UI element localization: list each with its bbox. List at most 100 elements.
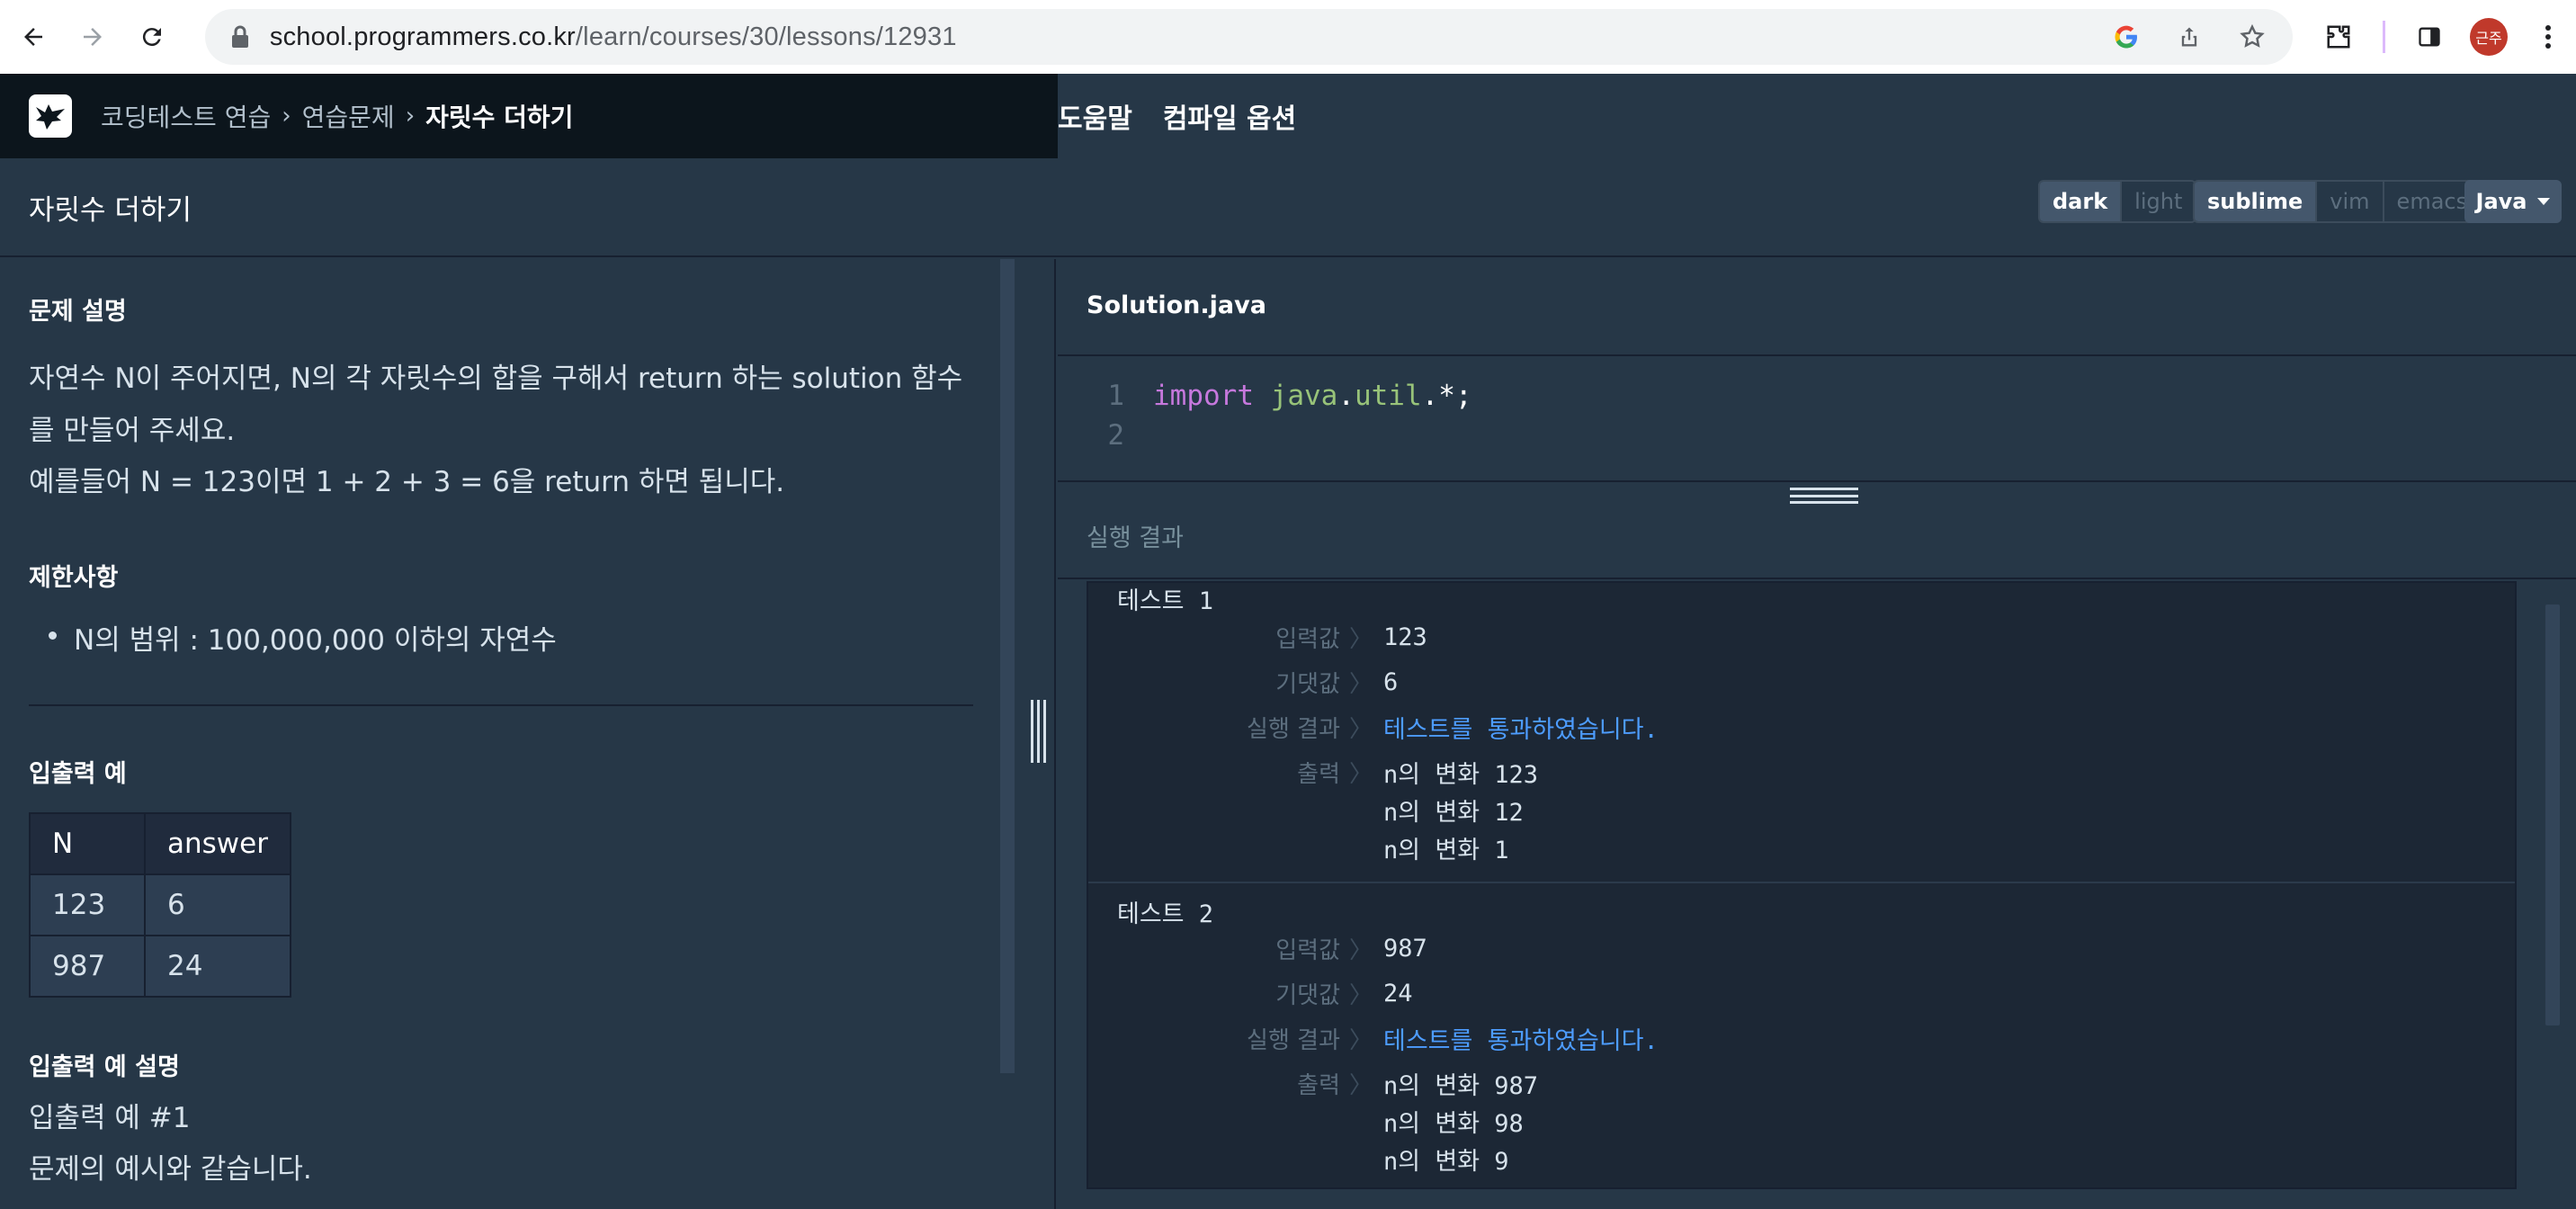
test-output-row: 출력 〉 n의 변화 987: [1088, 1065, 2515, 1101]
breadcrumb-current: 자릿수 더하기: [425, 103, 574, 132]
test-output-row: n의 변화 9: [1088, 1141, 2515, 1177]
test-output-row: n의 변화 98: [1088, 1103, 2515, 1139]
output-line: n의 변화 12: [1383, 798, 1524, 827]
test-case-1: 테스트 1 입력값 〉 123 기댓값 〉 6 실행 결과 〉 테스트를 통과하였습니다. …: [1088, 583, 2515, 882]
test-output-row: n의 변화 12: [1088, 792, 2515, 828]
bookmark-star-icon[interactable]: [2224, 9, 2280, 65]
language-label: Java: [2475, 189, 2527, 214]
constraint-item: N의 범위 : 100,000,000 이하의 자연수: [49, 617, 557, 658]
table-row: 123 6: [29, 873, 291, 936]
code-editor[interactable]: 1 import java.util.*; 2: [1058, 354, 2576, 480]
back-button[interactable]: [4, 0, 63, 74]
io-example-table: N answer 123 6 987 24: [29, 812, 291, 998]
page-title: 자릿수 더하기: [29, 193, 192, 227]
expected-value: 6: [1383, 667, 1399, 696]
chevron-right-icon: 〉: [1349, 715, 1373, 743]
test-case-2: 테스트 2 입력값 〉 987 기댓값 〉 24 실행 결과 〉 테스트를 통과하였습니다.…: [1088, 882, 2515, 1187]
code-text[interactable]: import java.util.*;: [1153, 380, 1472, 412]
output-line: n의 변화 9: [1383, 1147, 1509, 1176]
help-link[interactable]: 도움말: [1058, 96, 1132, 136]
table-header-n: N: [29, 812, 146, 875]
reload-icon: [142, 28, 161, 47]
description-heading: 문제 설명: [29, 298, 127, 326]
compile-options-link[interactable]: 컴파일 옵션: [1163, 96, 1296, 136]
table-cell: 24: [144, 935, 291, 998]
keymap-toggle: sublime vim emacs: [2193, 180, 2482, 223]
test-expected-row: 기댓값 〉 24: [1088, 975, 2515, 1011]
more-menu-icon[interactable]: [2520, 9, 2576, 65]
output-label: 출력: [1297, 760, 1340, 788]
description-line-1: 자연수 N이 주어지면, N의 각 자릿수의 합을 구해서 return 하는 …: [29, 363, 963, 395]
forward-button[interactable]: [63, 0, 122, 74]
code-line[interactable]: 1 import java.util.*;: [1058, 376, 1472, 416]
share-icon[interactable]: [2161, 9, 2217, 65]
expected-label: 기댓값: [1275, 670, 1340, 698]
address-bar[interactable]: school.programmers.co.kr/learn/courses/3…: [204, 9, 2293, 65]
table-cell: 6: [144, 873, 291, 936]
test-input-row: 입력값 〉 123: [1088, 619, 2515, 655]
resize-handle-icon[interactable]: [1790, 488, 1858, 504]
section-divider: [29, 704, 973, 706]
arrow-right-icon: [83, 28, 102, 46]
result-header: 실행 결과: [1058, 480, 2576, 579]
chevron-right-icon: 〉: [1349, 625, 1373, 653]
description-line-2: 를 만들어 주세요.: [29, 415, 236, 447]
reload-button[interactable]: [122, 0, 182, 74]
test-input-row: 입력값 〉 987: [1088, 930, 2515, 966]
arrow-left-icon: [23, 28, 42, 46]
theme-light-button[interactable]: light: [2120, 182, 2196, 221]
theme-toggle: dark light: [2038, 180, 2197, 223]
test-title: 테스트 1: [1117, 587, 1214, 615]
toolbar-divider: [2382, 21, 2385, 53]
panel-splitter[interactable]: [1015, 259, 1056, 1209]
output-label: 출력: [1297, 1071, 1340, 1099]
test-output-row: n의 변화 1: [1088, 829, 2515, 865]
result-console: 테스트 1 입력값 〉 123 기댓값 〉 6 실행 결과 〉 테스트를 통과하였습니다. …: [1087, 581, 2517, 1189]
programmers-logo[interactable]: [29, 94, 72, 138]
expected-value: 24: [1383, 979, 1413, 1008]
line-number: 1: [1107, 380, 1124, 412]
extensions-icon[interactable]: [2311, 9, 2366, 65]
file-tab-solution[interactable]: Solution.java: [1087, 291, 1266, 319]
caret-down-icon: [2537, 198, 2551, 205]
test-result-row: 실행 결과 〉 테스트를 통과하였습니다.: [1088, 1020, 2515, 1056]
output-line: n의 변화 123: [1383, 760, 1539, 789]
result-value: 테스트를 통과하였습니다.: [1383, 715, 1659, 744]
output-line: n의 변화 98: [1383, 1109, 1524, 1138]
keymap-sublime-button[interactable]: sublime: [2195, 182, 2316, 221]
output-line: n의 변화 987: [1383, 1071, 1539, 1100]
profile-avatar[interactable]: 근주: [2469, 18, 2508, 56]
result-value: 테스트를 통과하였습니다.: [1383, 1026, 1659, 1055]
app-header: 코딩테스트 연습 › 연습문제 › 자릿수 더하기 도움말 컴파일 옵션: [0, 74, 2576, 158]
theme-dark-button[interactable]: dark: [2040, 182, 2121, 221]
bird-logo-icon: [36, 104, 65, 130]
input-value: 987: [1383, 934, 1427, 963]
chevron-right-icon: 〉: [1349, 936, 1373, 964]
result-scrollbar[interactable]: [2545, 604, 2560, 1025]
chevron-right-icon: 〉: [1349, 760, 1373, 788]
side-panel-icon[interactable]: [2402, 9, 2457, 65]
line-number: 2: [1107, 419, 1124, 452]
table-cell: 123: [29, 873, 146, 936]
breadcrumb-practice[interactable]: 연습문제: [302, 98, 395, 134]
chevron-right-icon: ›: [282, 103, 291, 130]
constraints-heading: 제한사항: [29, 564, 119, 592]
language-dropdown[interactable]: Java: [2464, 180, 2562, 223]
keymap-vim-button[interactable]: vim: [2315, 182, 2383, 221]
table-cell: 987: [29, 935, 146, 998]
table-header-answer: answer: [144, 812, 291, 875]
lock-icon[interactable]: [227, 23, 254, 50]
breadcrumb-coding-test[interactable]: 코딩테스트 연습: [101, 98, 271, 134]
code-line[interactable]: 2: [1058, 416, 1124, 455]
result-label: 실행 결과: [1247, 715, 1340, 743]
problem-scrollbar[interactable]: [1000, 259, 1015, 1073]
table-row: 987 24: [29, 935, 291, 998]
table-header-row: N answer: [29, 812, 291, 875]
google-lens-icon[interactable]: [2098, 9, 2154, 65]
url-text: school.programmers.co.kr/learn/courses/3…: [269, 22, 957, 51]
chevron-right-icon: 〉: [1349, 981, 1373, 1009]
io-example-heading: 입출력 예: [29, 760, 127, 788]
test-title: 테스트 2: [1117, 900, 1214, 928]
input-value: 123: [1383, 622, 1427, 651]
splitter-grip-icon[interactable]: [1031, 700, 1047, 763]
